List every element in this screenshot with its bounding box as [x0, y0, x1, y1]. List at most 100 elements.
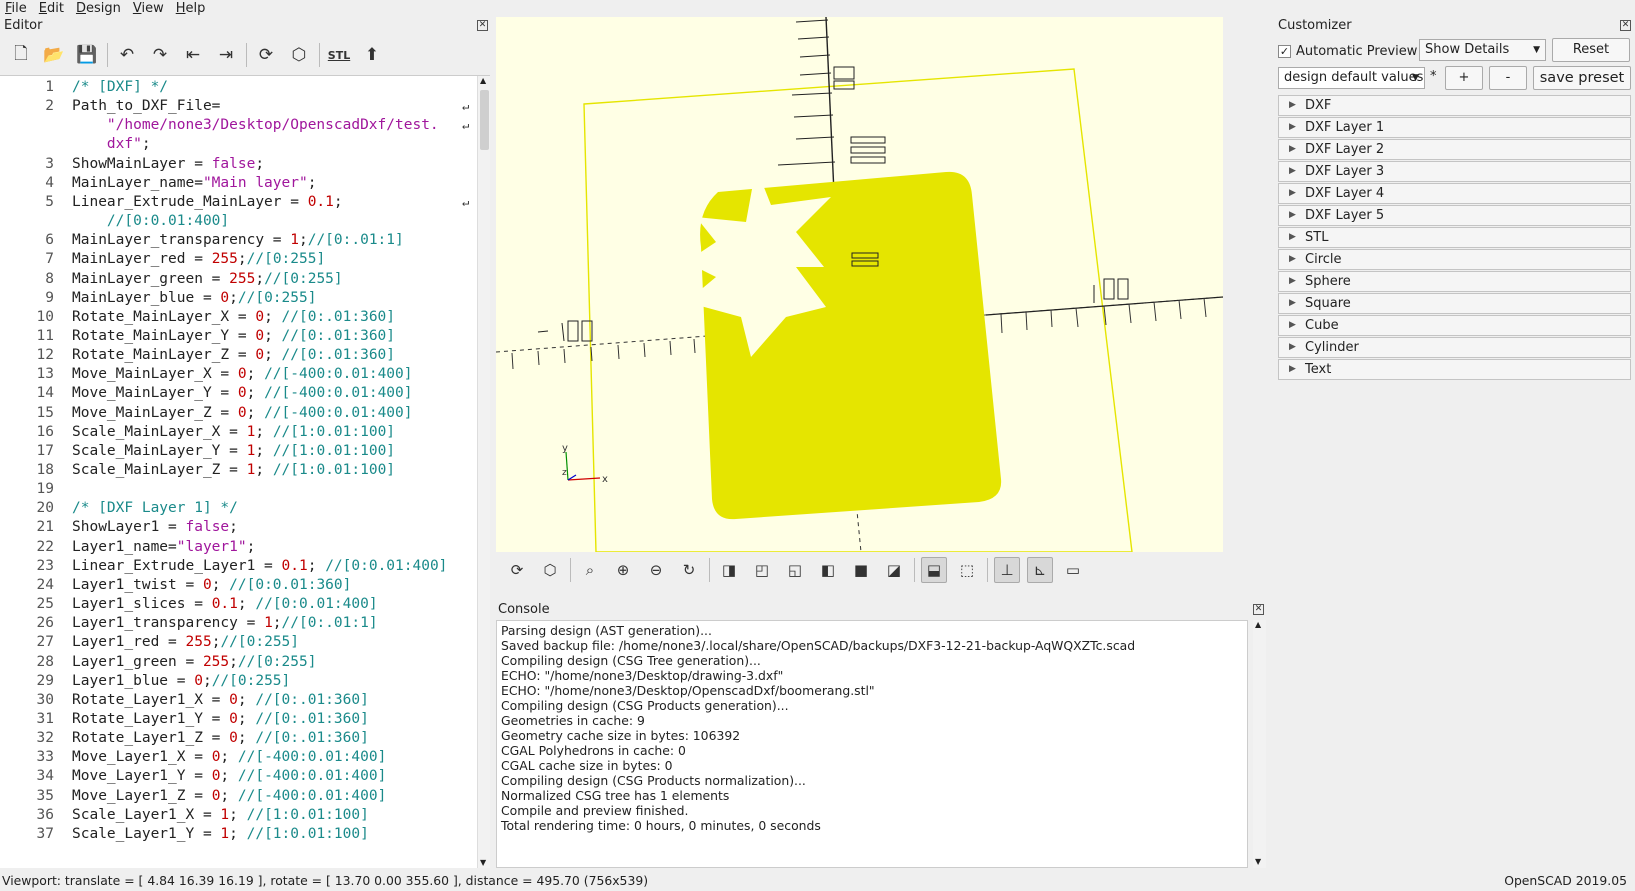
scroll-down-icon[interactable]: ▼ [480, 858, 486, 867]
code-token: MainLayer_blue = [72, 289, 221, 306]
3d-viewport[interactable]: x y z [496, 17, 1223, 552]
zoom-out-icon[interactable]: ⊖ [643, 557, 669, 583]
unindent-icon[interactable]: ⇤ [180, 42, 206, 68]
menu-edit[interactable]: Edit [33, 0, 70, 17]
expand-arrow-icon[interactable]: ▶ [1289, 118, 1296, 137]
expand-arrow-icon[interactable]: ▶ [1289, 206, 1296, 225]
show-edges-icon[interactable]: ▭ [1060, 557, 1086, 583]
reset-button[interactable]: Reset [1552, 38, 1630, 62]
console-title: Console [498, 602, 550, 617]
menu-file[interactable]: File [0, 0, 33, 17]
expand-arrow-icon[interactable]: ▶ [1289, 250, 1296, 269]
expand-arrow-icon[interactable]: ▶ [1289, 228, 1296, 247]
indent-icon[interactable]: ⇥ [213, 42, 239, 68]
code-token: Layer1_transparency = [72, 615, 265, 632]
expand-arrow-icon[interactable]: ▶ [1289, 338, 1296, 357]
render-icon[interactable]: ⬡ [537, 557, 563, 583]
save-icon[interactable]: 💾 [74, 42, 100, 68]
expand-arrow-icon[interactable]: ▶ [1289, 316, 1296, 335]
line-number: 29 [36, 672, 54, 689]
undo-icon[interactable]: ↶ [114, 42, 140, 68]
code-line: 35 Move_Layer1_Z = 0; //[-400:0.01:400] [0, 786, 480, 806]
zoom-in-icon[interactable]: ⊕ [610, 557, 636, 583]
scroll-up-icon[interactable]: ▲ [1255, 620, 1261, 629]
scroll-down-icon[interactable]: ▼ [1255, 857, 1261, 866]
preset-select[interactable]: design default values ▼ [1278, 67, 1425, 89]
customizer-section-cube[interactable]: ▶ Cube [1278, 315, 1631, 336]
save-preset-button[interactable]: save preset [1533, 66, 1631, 90]
code-editor[interactable]: 1 /* [DXF] */ 2 Path_to_DXF_File= ↵ "/home/n… [0, 75, 490, 868]
editor-scrollbar[interactable]: ▲ ▼ [477, 76, 490, 868]
customizer-section-text[interactable]: ▶ Text [1278, 359, 1631, 380]
customizer-section-stl[interactable]: ▶ STL [1278, 227, 1631, 248]
editor-close-icon[interactable]: ✕ [477, 20, 488, 31]
remove-preset-button[interactable]: - [1489, 66, 1527, 90]
customizer-section-sphere[interactable]: ▶ Sphere [1278, 271, 1631, 292]
view-back-icon[interactable]: ◪ [881, 557, 907, 583]
details-select[interactable]: Show Details ▼ [1419, 39, 1546, 61]
customizer-section-dxf-layer-5[interactable]: ▶ DXF Layer 5 [1278, 205, 1631, 226]
code-token: Layer1_blue = [72, 672, 195, 689]
checkbox-checked-icon[interactable]: ✓ [1278, 44, 1291, 58]
menu-view[interactable]: View [127, 0, 170, 17]
render-icon[interactable]: ⬡ [286, 42, 312, 68]
console-close-icon[interactable]: ✕ [1253, 604, 1264, 615]
redo-icon[interactable]: ↷ [147, 42, 173, 68]
code-line: 23 Linear_Extrude_Layer1 = 0.1; //[0:0.01… [0, 556, 480, 576]
code-token: //[0:255] [237, 653, 317, 670]
expand-arrow-icon[interactable]: ▶ [1289, 184, 1296, 203]
new-file-icon[interactable]: 🗋 [8, 42, 34, 68]
perspective-icon[interactable]: ⬓ [921, 557, 947, 583]
line-number: 1 [45, 79, 54, 95]
add-preset-button[interactable]: + [1445, 66, 1483, 90]
code-line: 10 Rotate_MainLayer_X = 0; //[0:.01:360] [0, 307, 480, 327]
line-number: 12 [36, 347, 54, 364]
customizer-section-dxf[interactable]: ▶ DXF [1278, 95, 1631, 116]
send-to-3d-print-icon[interactable]: ⬆ [359, 42, 385, 68]
editor-scrollbar-thumb[interactable] [480, 90, 489, 150]
view-left-icon[interactable]: ◧ [815, 557, 841, 583]
expand-arrow-icon[interactable]: ▶ [1289, 294, 1296, 313]
code-text: Scale_Layer1_Y = 1; //[1:0.01:100] [72, 824, 369, 844]
preview-icon[interactable]: ⟳ [504, 557, 530, 583]
console-scrollbar[interactable]: ▲ ▼ [1253, 620, 1266, 868]
code-text: Rotate_MainLayer_Y = 0; //[0:.01:360] [72, 326, 395, 346]
console-output[interactable]: Parsing design (AST generation)... Saved … [496, 620, 1248, 868]
customizer-close-icon[interactable]: ✕ [1620, 20, 1631, 31]
code-line: 22 Layer1_name="layer1"; [0, 537, 480, 557]
export-stl-icon[interactable]: STL [326, 42, 352, 68]
customizer-section-dxf-layer-3[interactable]: ▶ DXF Layer 3 [1278, 161, 1631, 182]
customizer-section-cylinder[interactable]: ▶ Cylinder [1278, 337, 1631, 358]
view-top-icon[interactable]: ◰ [749, 557, 775, 583]
expand-arrow-icon[interactable]: ▶ [1289, 272, 1296, 291]
automatic-preview-checkbox[interactable]: ✓ Automatic Preview [1278, 40, 1417, 62]
expand-arrow-icon[interactable]: ▶ [1289, 162, 1296, 181]
show-scale-markers-icon[interactable]: ⊾ [1027, 557, 1053, 583]
customizer-section-dxf-layer-4[interactable]: ▶ DXF Layer 4 [1278, 183, 1631, 204]
view-right-icon[interactable]: ◨ [716, 557, 742, 583]
customizer-section-dxf-layer-2[interactable]: ▶ DXF Layer 2 [1278, 139, 1631, 160]
code-token: MainLayer_name= [72, 174, 203, 191]
preview-icon[interactable]: ⟳ [253, 42, 279, 68]
customizer-section-square[interactable]: ▶ Square [1278, 293, 1631, 314]
menu-help[interactable]: Help [170, 0, 212, 17]
view-front-icon[interactable]: ■ [848, 557, 874, 583]
expand-arrow-icon[interactable]: ▶ [1289, 140, 1296, 159]
code-token: 0.1 [307, 193, 334, 210]
customizer-section-circle[interactable]: ▶ Circle [1278, 249, 1631, 270]
code-token: Scale_Layer1_Y = [72, 825, 221, 842]
customizer-section-dxf-layer-1[interactable]: ▶ DXF Layer 1 [1278, 117, 1631, 138]
orthogonal-icon[interactable]: ⬚ [954, 557, 980, 583]
reset-view-icon[interactable]: ↻ [676, 557, 702, 583]
view-all-icon[interactable]: ⌕ [577, 557, 603, 583]
code-token: ; [229, 825, 247, 842]
show-axes-icon[interactable]: ⊥ [994, 557, 1020, 583]
code-text: ShowLayer1 = false; [72, 517, 238, 537]
scroll-up-icon[interactable]: ▲ [480, 76, 486, 85]
view-bottom-icon[interactable]: ◱ [782, 557, 808, 583]
expand-arrow-icon[interactable]: ▶ [1289, 360, 1296, 379]
menu-design[interactable]: Design [70, 0, 127, 17]
code-token: Rotate_MainLayer_X = [72, 308, 256, 325]
expand-arrow-icon[interactable]: ▶ [1289, 96, 1296, 115]
open-file-icon[interactable]: 📂 [41, 42, 67, 68]
